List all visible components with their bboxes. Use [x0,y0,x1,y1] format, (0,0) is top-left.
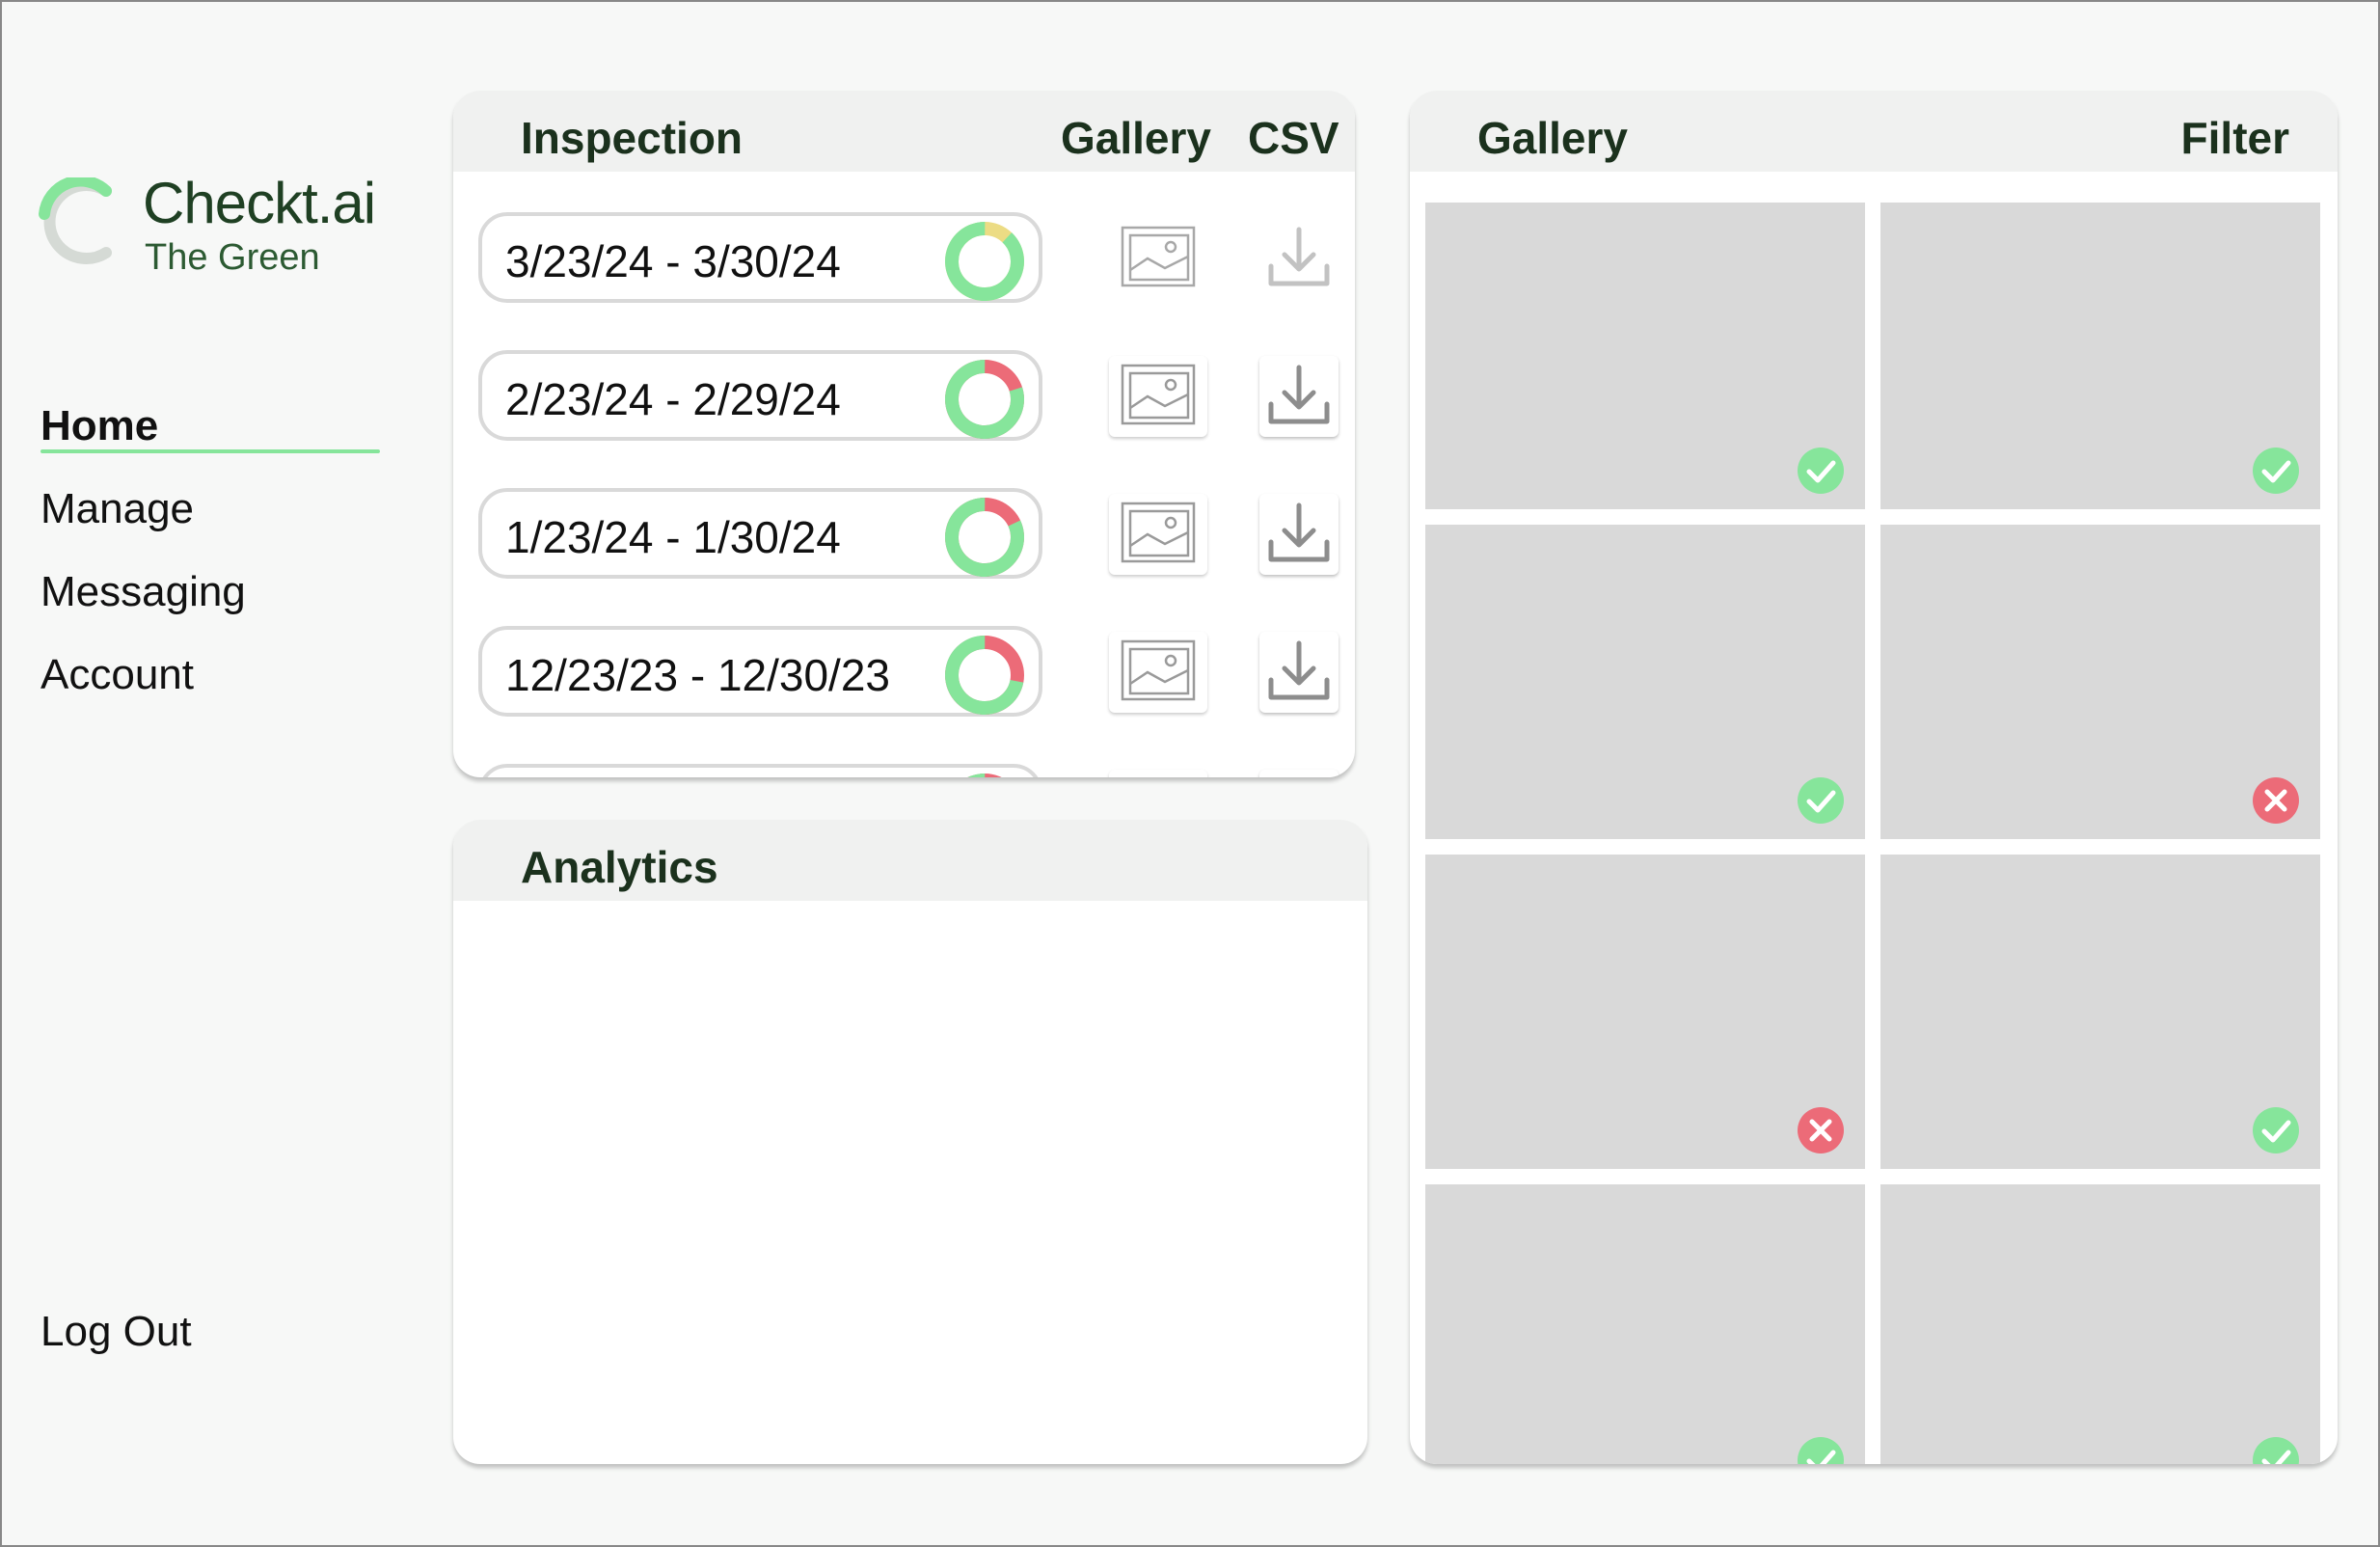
inspection-list[interactable]: 3/23/24 - 3/30/24 2/23/24 - 2/29/24 1/23… [453,172,1355,777]
sidebar-nav: Home Manage Messaging Account [41,395,380,727]
brand-subtitle: The Green [145,237,320,278]
analytics-title: Analytics [521,842,718,892]
gallery-tile[interactable] [1425,525,1865,839]
logo-mark-icon [39,177,112,264]
nav-item-manage[interactable]: Manage [41,478,380,561]
image-gallery-icon [1121,502,1196,563]
date-range-label: 2/23/24 - 2/29/24 [505,374,841,424]
image-gallery-icon [1121,226,1196,287]
open-gallery-button[interactable] [1109,632,1207,713]
check-icon [1798,1437,1844,1464]
gallery-tile[interactable] [1425,855,1865,1169]
download-icon [1268,227,1330,286]
gallery-tile[interactable] [1880,855,2320,1169]
gallery-tile[interactable] [1880,525,2320,839]
open-gallery-button[interactable] [1109,770,1207,777]
gallery-panel: Gallery Filter [1410,91,2338,1464]
image-gallery-icon [1121,364,1196,425]
x-icon [2253,777,2299,824]
date-range-label: 1/23/24 - 1/30/24 [505,512,841,562]
download-csv-button[interactable] [1259,356,1339,437]
gallery-tile[interactable] [1880,203,2320,509]
inspection-row: 1/23/24 - 1/30/24 [478,488,1339,579]
download-icon [1259,770,1339,777]
csv-column-header: CSV [1248,113,1339,163]
inspection-title: Inspection [521,113,744,163]
inspection-row: 12/23/23 - 12/30/23 [478,626,1339,717]
nav-item-messaging[interactable]: Messaging [41,561,380,644]
filter-button[interactable]: Filter [2181,112,2289,164]
check-icon [2253,448,2299,494]
x-icon [1798,1107,1844,1153]
analytics-header: Analytics [453,820,1367,901]
date-range-pill[interactable] [478,764,1042,777]
inspection-header: Inspection Gallery CSV [453,91,1355,172]
nav-item-account[interactable]: Account [41,644,380,727]
gallery-tile[interactable] [1425,1184,1865,1464]
gallery-tile[interactable] [1425,203,1865,509]
status-donut-icon [945,360,1024,439]
check-icon [1798,777,1844,824]
open-gallery-button[interactable] [1109,218,1207,299]
brand-logo: Checkt.ai The Green [37,170,384,285]
status-donut-icon [945,498,1024,577]
check-icon [2253,1107,2299,1153]
date-range-pill[interactable]: 12/23/23 - 12/30/23 [478,626,1042,717]
date-range-pill[interactable]: 1/23/24 - 1/30/24 [478,488,1042,579]
inspection-row: 3/23/24 - 3/30/24 [478,212,1330,303]
gallery-tile[interactable] [1880,1184,2320,1464]
gallery-grid[interactable] [1425,203,2322,1464]
download-csv-button[interactable] [1259,218,1339,299]
status-donut-icon [945,222,1024,301]
status-donut-icon [945,636,1024,715]
status-donut-icon [945,774,1024,777]
download-icon [1268,502,1330,562]
date-range-pill[interactable]: 2/23/24 - 2/29/24 [478,350,1042,441]
download-csv-button[interactable] [1259,770,1339,777]
gallery-column-header: Gallery [1061,113,1211,163]
image-gallery-icon [1109,770,1207,777]
inspection-panel: Inspection Gallery CSV 3/23/24 - 3/30/24… [453,91,1355,777]
analytics-panel: Analytics [453,820,1367,1464]
inspection-row: 2/23/24 - 2/29/24 [478,350,1339,441]
image-gallery-icon [1121,639,1196,701]
download-icon [1268,365,1330,424]
logout-link[interactable]: Log Out [41,1308,192,1356]
open-gallery-button[interactable] [1109,494,1207,575]
nav-item-home[interactable]: Home [41,395,380,478]
gallery-title: Gallery [1477,113,1628,163]
check-icon [2253,1437,2299,1464]
download-csv-button[interactable] [1259,494,1339,575]
gallery-header: Gallery Filter [1410,91,2338,172]
date-range-pill[interactable]: 3/23/24 - 3/30/24 [478,212,1042,303]
open-gallery-button[interactable] [1109,356,1207,437]
date-range-label: 3/23/24 - 3/30/24 [505,236,841,286]
date-range-label: 12/23/23 - 12/30/23 [505,650,890,700]
download-icon [1268,640,1330,700]
inspection-row [478,764,1339,777]
check-icon [1798,448,1844,494]
brand-name: Checkt.ai [143,171,376,235]
download-csv-button[interactable] [1259,632,1339,713]
